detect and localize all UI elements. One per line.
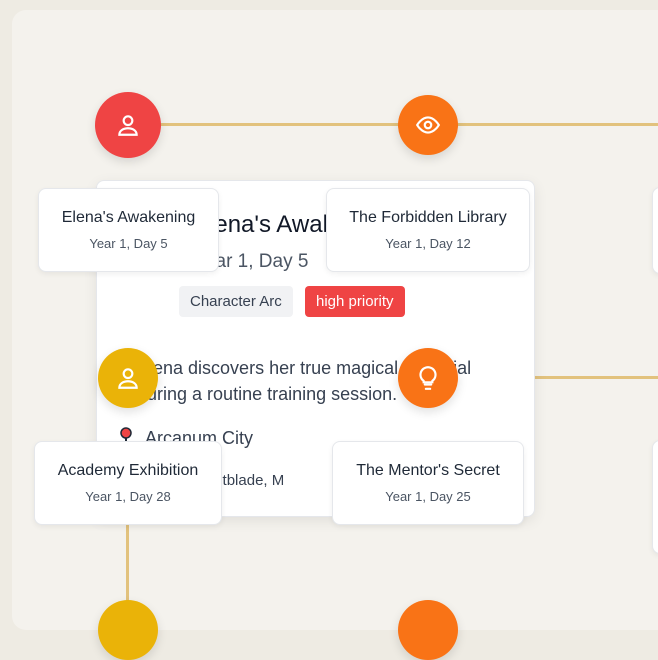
- timeline-connector: [128, 123, 658, 126]
- event-node-academy-exhibition[interactable]: [98, 348, 158, 408]
- event-card-mentors-secret[interactable]: The Mentor's Secret Year 1, Day 25: [332, 441, 524, 525]
- event-card-academy-exhibition[interactable]: Academy Exhibition Year 1, Day 28: [34, 441, 222, 525]
- event-node[interactable]: [398, 600, 458, 660]
- lightbulb-icon: [419, 366, 437, 390]
- event-title: The Mentor's Secret: [356, 462, 500, 479]
- event-card[interactable]: [652, 187, 658, 274]
- event-card[interactable]: [652, 440, 658, 554]
- event-node-elenas-awakening[interactable]: [95, 92, 161, 158]
- event-title: Elena's Awakening: [61, 209, 196, 226]
- category-tag: Character Arc: [179, 286, 293, 317]
- person-icon: [118, 115, 138, 136]
- detail-description: Elena discovers her true magical potenti…: [137, 358, 472, 404]
- event-title: Academy Exhibition: [57, 462, 199, 479]
- event-date: Year 1, Day 25: [385, 489, 471, 504]
- event-title: The Forbidden Library: [349, 209, 507, 226]
- event-node[interactable]: [98, 600, 158, 660]
- person-icon: [118, 368, 138, 389]
- event-card-forbidden-library[interactable]: The Forbidden Library Year 1, Day 12: [326, 188, 530, 272]
- event-card-elenas-awakening[interactable]: Elena's Awakening Year 1, Day 5: [38, 188, 219, 272]
- eye-icon: [415, 116, 441, 134]
- event-node-mentors-secret[interactable]: [398, 348, 458, 408]
- event-date: Year 1, Day 12: [385, 236, 471, 251]
- event-node-forbidden-library[interactable]: [398, 95, 458, 155]
- event-date: Year 1, Day 5: [89, 236, 168, 251]
- event-date: Year 1, Day 28: [85, 489, 171, 504]
- priority-badge: high priority: [305, 286, 405, 317]
